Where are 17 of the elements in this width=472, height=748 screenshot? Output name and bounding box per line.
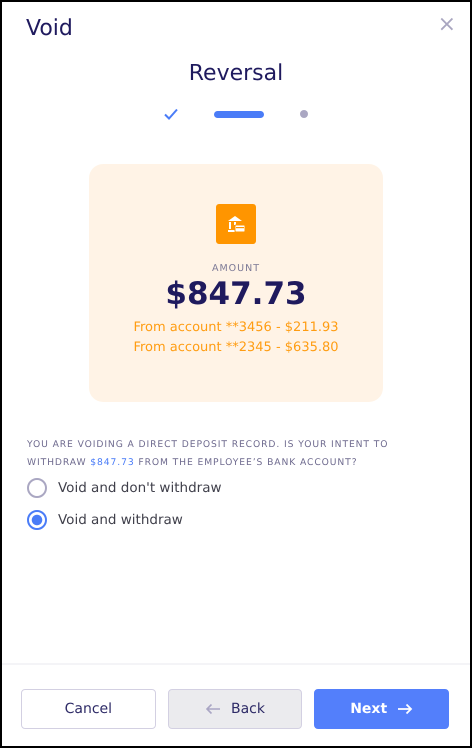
bank-icon [216, 204, 256, 244]
cancel-button[interactable]: Cancel [21, 689, 156, 729]
dialog-title: Void [26, 16, 73, 41]
account-line: From account **2345 - $635.80 [133, 339, 339, 357]
amount-label: AMOUNT [212, 263, 260, 274]
next-button[interactable]: Next [314, 689, 450, 729]
amount-value: $847.73 [165, 276, 307, 312]
arrow-right-icon [397, 703, 414, 715]
radio-button[interactable] [27, 478, 47, 498]
arrow-left-icon [205, 703, 221, 715]
step-heading: Reversal [188, 61, 284, 86]
account-line: From account **3456 - $211.93 [133, 319, 339, 337]
question-text: YOU ARE VOIDING A DIRECT DEPOSIT RECORD. IS YOUR INTENT TO WITHDRAW $847.73 FROM THE EMPLOYEE’S BANK ACCOUNT? [27, 438, 390, 470]
back-button[interactable]: Back [168, 689, 302, 729]
radio-button[interactable] [27, 510, 47, 530]
option-label: Void and don't withdraw [58, 480, 222, 496]
option-label: Void and withdraw [58, 512, 183, 528]
